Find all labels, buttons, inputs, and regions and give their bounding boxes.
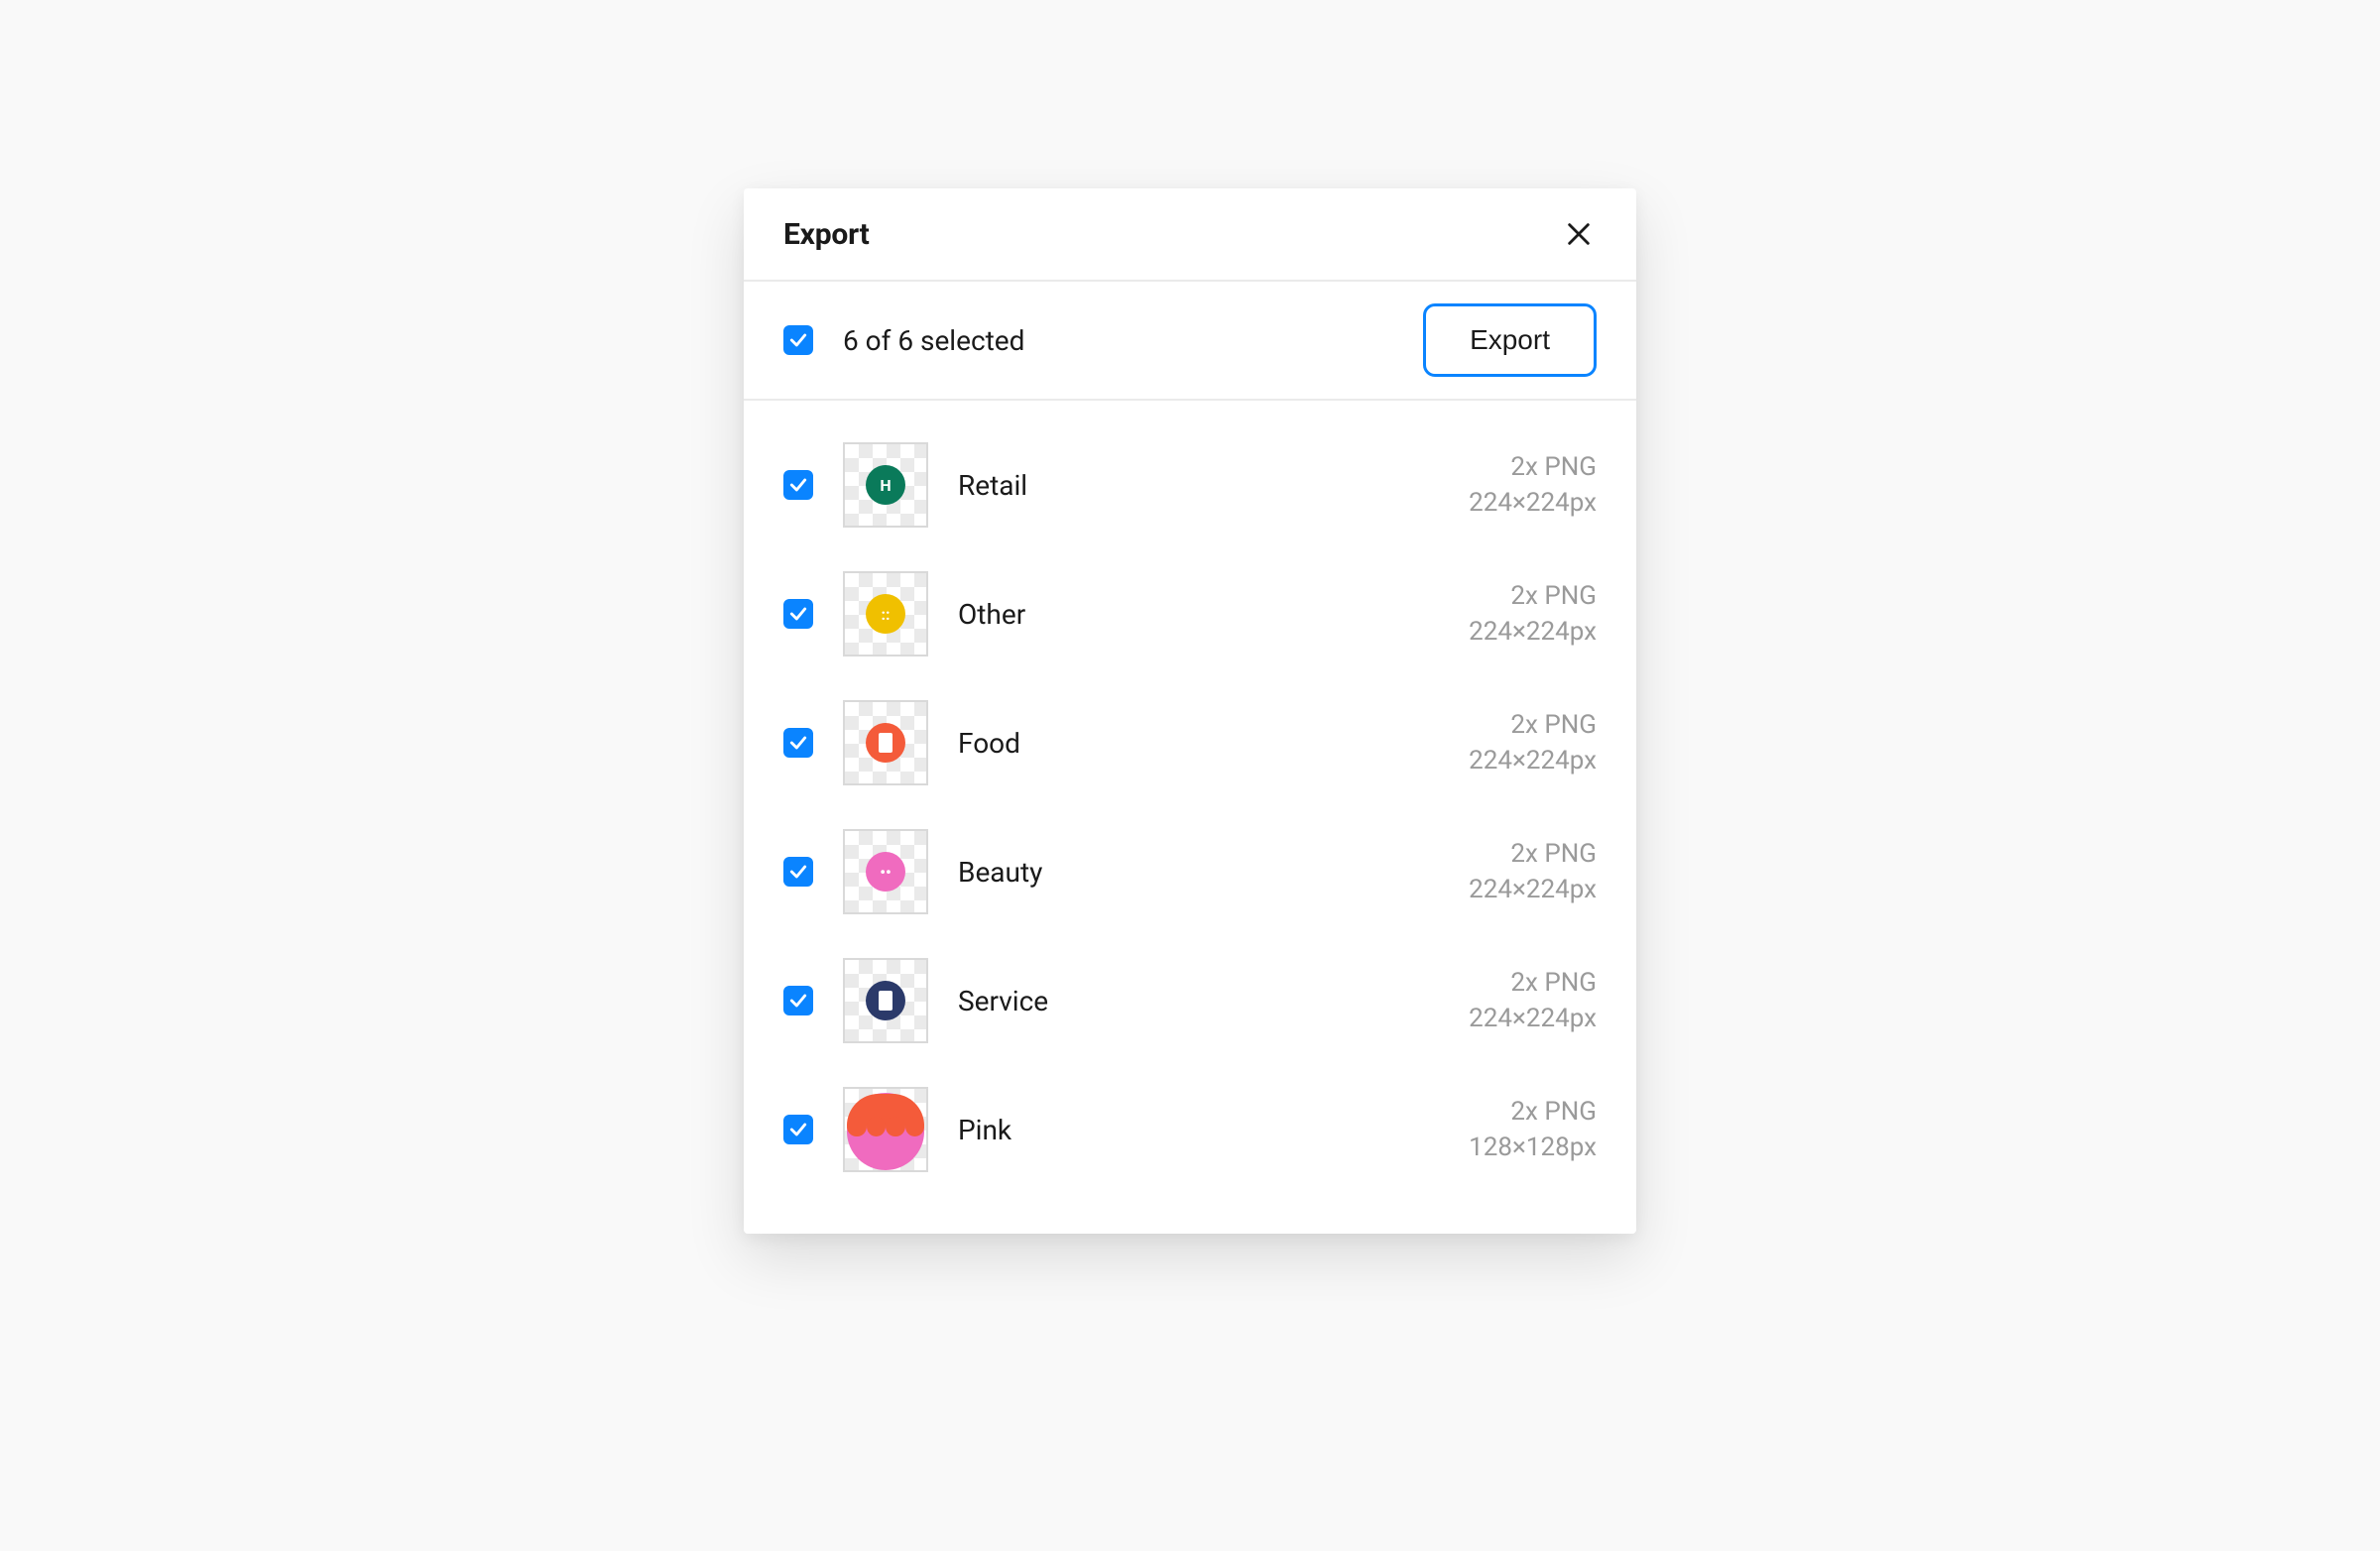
item-scale-label: 2x PNG [1469, 578, 1597, 614]
item-name-label: Retail [958, 469, 1027, 502]
dialog-title: Export [783, 217, 870, 252]
export-item-row: Pink 2x PNG128×128px [783, 1065, 1597, 1194]
export-dialog: Export 6 of 6 selected Export H Retail 2x … [744, 188, 1636, 1234]
item-dimensions-label: 128×128px [1469, 1130, 1597, 1165]
item-meta: 2x PNG224×224px [1469, 965, 1597, 1037]
close-icon [1565, 220, 1593, 248]
item-name-label: Food [958, 727, 1020, 760]
item-thumbnail [843, 700, 928, 785]
item-checkbox[interactable] [783, 599, 813, 629]
item-scale-label: 2x PNG [1469, 1094, 1597, 1130]
close-button[interactable] [1561, 216, 1597, 252]
item-checkbox[interactable] [783, 728, 813, 758]
item-thumbnail: :: [843, 571, 928, 656]
checkmark-icon [788, 991, 808, 1011]
export-button[interactable]: Export [1423, 303, 1597, 377]
item-scale-label: 2x PNG [1469, 707, 1597, 743]
export-item-row: Food 2x PNG224×224px [783, 678, 1597, 807]
item-thumbnail [843, 1087, 928, 1172]
item-checkbox[interactable] [783, 1115, 813, 1144]
item-checkbox[interactable] [783, 857, 813, 887]
item-dimensions-label: 224×224px [1469, 1001, 1597, 1036]
checkmark-icon [788, 475, 808, 495]
item-thumbnail [843, 958, 928, 1043]
item-thumbnail: •• [843, 829, 928, 914]
item-checkbox[interactable] [783, 986, 813, 1015]
item-scale-label: 2x PNG [1469, 965, 1597, 1001]
item-dimensions-label: 224×224px [1469, 614, 1597, 650]
checkmark-icon [788, 733, 808, 753]
checkmark-icon [788, 330, 808, 350]
item-meta: 2x PNG224×224px [1469, 449, 1597, 522]
item-thumbnail: H [843, 442, 928, 528]
export-item-row: ::Other 2x PNG224×224px [783, 549, 1597, 678]
checkmark-icon [788, 604, 808, 624]
item-checkbox[interactable] [783, 470, 813, 500]
dialog-header: Export [744, 188, 1636, 282]
checkmark-icon [788, 1120, 808, 1139]
export-item-row: •• Beauty 2x PNG224×224px [783, 807, 1597, 936]
item-name-label: Other [958, 598, 1025, 631]
export-item-list: HRetail2x PNG224×224px::Other2x PNG224×2… [744, 401, 1636, 1234]
item-name-label: Pink [958, 1114, 1012, 1146]
export-item-row: H Retail 2x PNG224×224px [783, 420, 1597, 549]
export-item-row: Service 2x PNG224×224px [783, 936, 1597, 1065]
item-scale-label: 2x PNG [1469, 449, 1597, 485]
item-dimensions-label: 224×224px [1469, 485, 1597, 521]
checkmark-icon [788, 862, 808, 882]
item-dimensions-label: 224×224px [1469, 872, 1597, 907]
item-dimensions-label: 224×224px [1469, 743, 1597, 778]
selected-count-label: 6 of 6 selected [843, 324, 1024, 357]
item-meta: 2x PNG224×224px [1469, 578, 1597, 651]
item-meta: 2x PNG128×128px [1469, 1094, 1597, 1166]
item-scale-label: 2x PNG [1469, 836, 1597, 872]
item-name-label: Service [958, 985, 1048, 1017]
select-all-row: 6 of 6 selected Export [744, 282, 1636, 401]
select-all-checkbox[interactable] [783, 325, 813, 355]
item-meta: 2x PNG224×224px [1469, 707, 1597, 779]
item-name-label: Beauty [958, 856, 1042, 889]
item-meta: 2x PNG224×224px [1469, 836, 1597, 908]
